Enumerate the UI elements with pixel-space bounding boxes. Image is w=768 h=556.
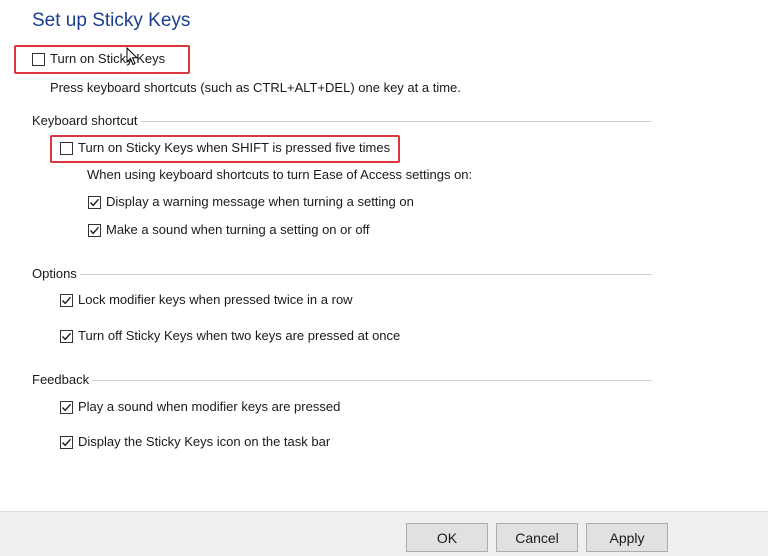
sticky-keys-label[interactable]: Turn on Sticky Keys (50, 51, 165, 67)
play-sound-checkbox[interactable] (60, 401, 73, 414)
ok-button[interactable]: OK (406, 523, 488, 552)
checkmark-icon (89, 198, 100, 207)
make-sound-checkbox[interactable] (88, 224, 101, 237)
options-divider (32, 274, 652, 275)
taskbar-icon-checkbox[interactable] (60, 436, 73, 449)
play-sound-label[interactable]: Play a sound when modifier keys are pres… (78, 399, 340, 415)
lock-modifier-checkbox[interactable] (60, 294, 73, 307)
mouse-pointer-icon (126, 47, 138, 66)
warning-message-label[interactable]: Display a warning message when turning a… (106, 194, 414, 210)
turn-off-sticky-checkbox[interactable] (60, 330, 73, 343)
feedback-group-label: Feedback (32, 372, 93, 388)
options-group-label: Options (32, 266, 80, 282)
apply-button[interactable]: Apply (586, 523, 668, 552)
make-sound-label[interactable]: Make a sound when turning a setting on o… (106, 222, 370, 238)
checkmark-icon (61, 438, 72, 447)
checkmark-icon (61, 332, 72, 341)
sticky-keys-description: Press keyboard shortcuts (such as CTRL+A… (50, 80, 461, 95)
checkmark-icon (89, 226, 100, 235)
shift-shortcut-label[interactable]: Turn on Sticky Keys when SHIFT is presse… (78, 140, 390, 156)
cancel-button[interactable]: Cancel (496, 523, 578, 552)
feedback-divider (32, 380, 652, 381)
page-title: Set up Sticky Keys (32, 10, 191, 31)
taskbar-icon-label[interactable]: Display the Sticky Keys icon on the task… (78, 434, 330, 450)
checkmark-icon (61, 403, 72, 412)
lock-modifier-label[interactable]: Lock modifier keys when pressed twice in… (78, 292, 353, 308)
keyboard-shortcut-group-label: Keyboard shortcut (32, 113, 141, 129)
checkmark-icon (61, 296, 72, 305)
ease-of-access-subtext: When using keyboard shortcuts to turn Ea… (87, 167, 473, 182)
shift-shortcut-checkbox[interactable] (60, 142, 73, 155)
sticky-keys-checkbox[interactable] (32, 53, 45, 66)
turn-off-sticky-label[interactable]: Turn off Sticky Keys when two keys are p… (78, 328, 400, 344)
warning-message-checkbox[interactable] (88, 196, 101, 209)
